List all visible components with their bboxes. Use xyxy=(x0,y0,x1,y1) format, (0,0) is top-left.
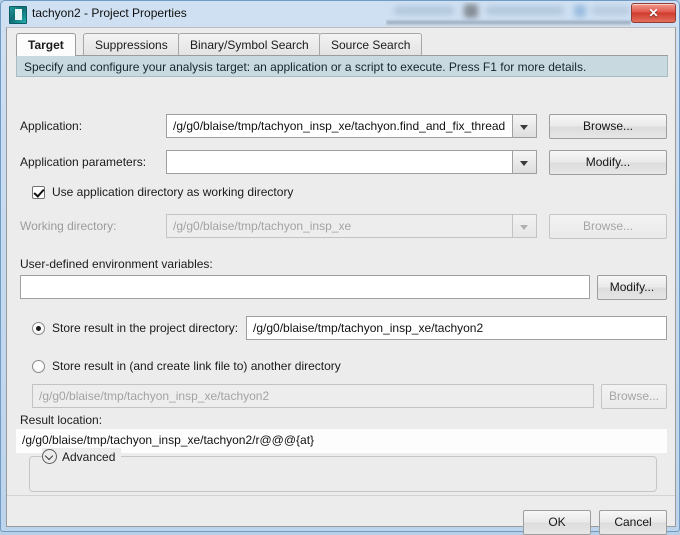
result-location-label: Result location: xyxy=(20,413,103,427)
env-vars-input[interactable] xyxy=(20,275,590,299)
store-in-other-label: Store result in (and create link file to… xyxy=(52,359,341,373)
bottom-separator xyxy=(7,495,675,496)
use-app-dir-label: Use application directory as working dir… xyxy=(52,185,294,199)
window-title: tachyon2 - Project Properties xyxy=(32,6,187,20)
tab-source-search[interactable]: Source Search xyxy=(319,33,423,56)
store-in-project-radio[interactable] xyxy=(32,322,45,335)
env-vars-modify-button[interactable]: Modify... xyxy=(597,275,667,300)
advanced-group: Advanced xyxy=(29,448,657,492)
store-in-project-input[interactable]: /g/g0/blaise/tmp/tachyon_insp_xe/tachyon… xyxy=(246,316,667,340)
working-directory-label: Working directory: xyxy=(20,219,117,233)
project-properties-window: tachyon2 - Project Properties ✕ Target S… xyxy=(0,0,680,535)
working-directory-input[interactable]: /g/g0/blaise/tmp/tachyon_insp_xe xyxy=(166,214,513,238)
application-input[interactable]: /g/g0/blaise/tmp/tachyon_insp_xe/tachyon… xyxy=(166,114,513,138)
dialog-client-area: Target Suppressions Binary/Symbol Search… xyxy=(6,27,676,535)
tab-suppressions[interactable]: Suppressions xyxy=(83,33,180,56)
inspector-app-icon xyxy=(9,6,27,24)
advanced-toggle[interactable]: Advanced xyxy=(42,448,122,465)
working-directory-dropdown-arrow[interactable] xyxy=(513,214,537,238)
cancel-button[interactable]: Cancel xyxy=(599,510,667,535)
env-vars-label: User-defined environment variables: xyxy=(20,257,213,271)
titlebar: tachyon2 - Project Properties ✕ xyxy=(2,2,680,27)
application-parameters-dropdown-arrow[interactable] xyxy=(513,150,537,174)
application-dropdown-arrow[interactable] xyxy=(513,114,537,138)
hint-bar: Specify and configure your analysis targ… xyxy=(16,56,668,77)
application-parameters-input[interactable] xyxy=(166,150,513,174)
application-parameters-label: Application parameters: xyxy=(20,155,147,169)
tab-target[interactable]: Target xyxy=(16,33,76,56)
tab-binary-symbol-search[interactable]: Binary/Symbol Search xyxy=(178,33,321,56)
tab-bar: Target Suppressions Binary/Symbol Search… xyxy=(16,33,668,56)
store-in-other-input[interactable]: /g/g0/blaise/tmp/tachyon_insp_xe/tachyon… xyxy=(32,384,594,408)
ok-button[interactable]: OK xyxy=(523,510,591,535)
close-button[interactable]: ✕ xyxy=(631,3,676,23)
advanced-label: Advanced xyxy=(62,449,116,464)
application-browse-button[interactable]: Browse... xyxy=(549,114,667,139)
application-label: Application: xyxy=(20,119,83,133)
target-form-panel: Application: /g/g0/blaise/tmp/tachyon_in… xyxy=(16,83,668,493)
chevron-down-circle-icon xyxy=(42,449,57,464)
store-in-other-radio[interactable] xyxy=(32,360,45,373)
application-parameters-modify-button[interactable]: Modify... xyxy=(549,150,667,175)
store-in-other-browse-button[interactable]: Browse... xyxy=(601,384,667,409)
working-directory-browse-button[interactable]: Browse... xyxy=(549,214,667,239)
store-in-project-label: Store result in the project directory: xyxy=(52,321,239,335)
use-app-dir-checkbox[interactable] xyxy=(32,186,45,199)
close-icon: ✕ xyxy=(648,6,659,20)
